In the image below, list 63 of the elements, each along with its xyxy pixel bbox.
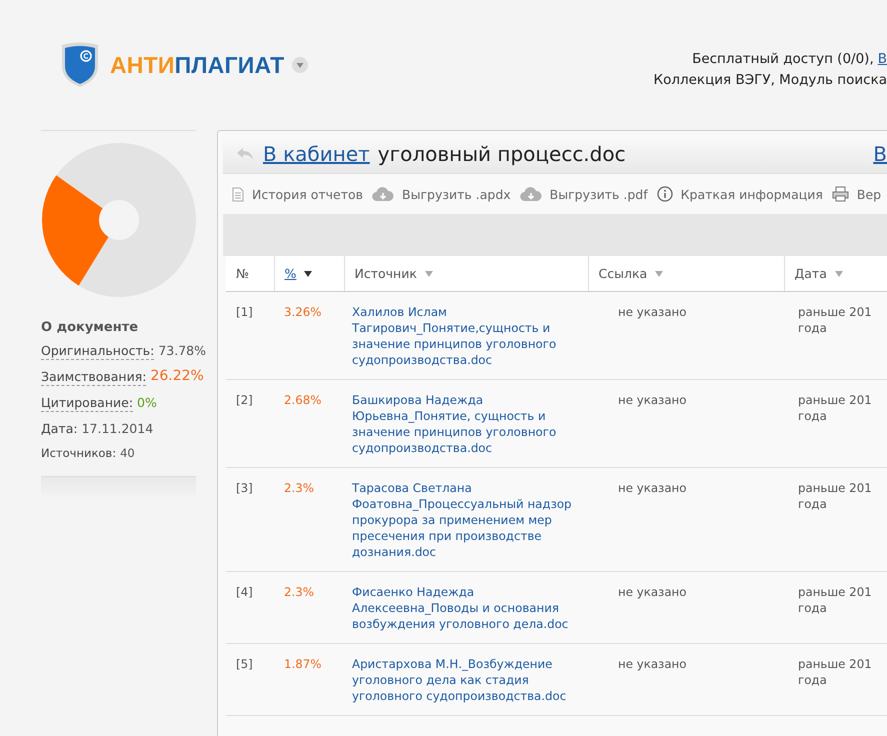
cloud-download-icon bbox=[520, 186, 542, 202]
column-header[interactable]: % bbox=[274, 256, 344, 292]
column-header[interactable]: № bbox=[226, 256, 274, 292]
toolbar-button[interactable]: История отчетов bbox=[252, 186, 364, 202]
source-link[interactable]: Тарасова Светлана Фоатовна_Процессуальный надзор прокурора за применением мер пресечения при производстве дознания.doc bbox=[344, 468, 588, 572]
source-link[interactable]: Аристархова М.Н._Возбуждение уголовного дела как стадия уголовного судопроизводства.doc bbox=[344, 644, 588, 716]
row-number: [2] bbox=[226, 380, 274, 468]
row-number: [3] bbox=[226, 468, 274, 572]
back-link[interactable]: В кабинет bbox=[263, 142, 370, 166]
column-header[interactable]: Ссылка bbox=[588, 256, 784, 292]
date-cell: раньше 201 года bbox=[784, 572, 887, 644]
sidebar-title: О документе bbox=[41, 320, 140, 335]
date-cell: раньше 201 года bbox=[784, 292, 887, 380]
link-cell: не указано bbox=[588, 468, 784, 572]
row-number: [4] bbox=[226, 572, 274, 644]
percent-cell: 3.26% bbox=[274, 292, 344, 380]
source-link[interactable]: Башкирова Надежда Юрьевна_Понятие, сущность и значение принципов уголовного судопроизводства.doc bbox=[344, 380, 588, 468]
toolbar-button[interactable]: Вер bbox=[856, 186, 882, 202]
stat-label: Источников: bbox=[41, 445, 116, 462]
shield-logo-icon bbox=[60, 42, 100, 88]
percent-cell: 2.68% bbox=[274, 380, 344, 468]
row-number: [1] bbox=[226, 292, 274, 380]
date-cell: раньше 201 года bbox=[784, 468, 887, 572]
printer-icon bbox=[832, 186, 849, 202]
stat-value: 17.11.2014 bbox=[82, 420, 154, 437]
toolbar-button[interactable]: Краткая информация bbox=[680, 186, 823, 202]
stat-value: 26.22% bbox=[150, 368, 204, 386]
stat-label: Заимствования: bbox=[41, 368, 146, 386]
info-icon bbox=[656, 186, 673, 202]
logo-wordmark: АНТИПЛАГИАТ bbox=[110, 52, 284, 78]
access-text: Бесплатный доступ (0/0), bbox=[692, 50, 874, 69]
percent-cell: 1.87% bbox=[274, 644, 344, 716]
link-cell: не указано bbox=[588, 572, 784, 644]
date-cell: раньше 201 года bbox=[784, 380, 887, 468]
stat-label: Дата: bbox=[41, 420, 78, 437]
titlebar-link[interactable]: В bbox=[873, 142, 887, 166]
row-number: [5] bbox=[226, 644, 274, 716]
source-link[interactable]: Халилов Ислам Тагирович_Понятие,сущность и значение принципов уголовного судопроизводства.doc bbox=[344, 292, 588, 380]
toolbar-button[interactable]: Выгрузить .pdf bbox=[550, 186, 648, 202]
stat-value: 73.78% bbox=[158, 342, 206, 360]
sort-arrow-icon bbox=[304, 270, 312, 276]
document-icon bbox=[232, 186, 244, 202]
collection-text: Коллекция ВЭГУ, Модуль поиска bbox=[654, 71, 887, 90]
stat-value: 40 bbox=[120, 445, 135, 462]
stat-label: Оригинальность: bbox=[41, 342, 154, 360]
header-link[interactable]: В bbox=[878, 49, 887, 70]
cloud-download-icon bbox=[372, 186, 394, 202]
document-title: уголовный процесс.doc bbox=[378, 142, 626, 166]
sort-arrow-icon bbox=[424, 270, 433, 276]
column-header[interactable]: Дата bbox=[784, 256, 887, 292]
sort-arrow-icon bbox=[655, 270, 664, 276]
percent-cell: 2.3% bbox=[274, 572, 344, 644]
sort-arrow-icon bbox=[834, 270, 843, 276]
link-cell: не указано bbox=[588, 380, 784, 468]
date-cell: раньше 201 года bbox=[784, 644, 887, 716]
source-link[interactable]: Фисаенко Надежда Алексеевна_Поводы и основания возбуждения уголовного дела.doc bbox=[344, 572, 588, 644]
link-cell: не указано bbox=[588, 292, 784, 380]
toolbar-button[interactable]: Выгрузить .apdx bbox=[402, 186, 511, 202]
stat-value: 0% bbox=[137, 394, 157, 412]
column-header[interactable]: Источник bbox=[344, 256, 588, 292]
link-cell: не указано bbox=[588, 644, 784, 716]
percent-cell: 2.3% bbox=[274, 468, 344, 572]
stat-label: Цитирование: bbox=[41, 394, 134, 412]
